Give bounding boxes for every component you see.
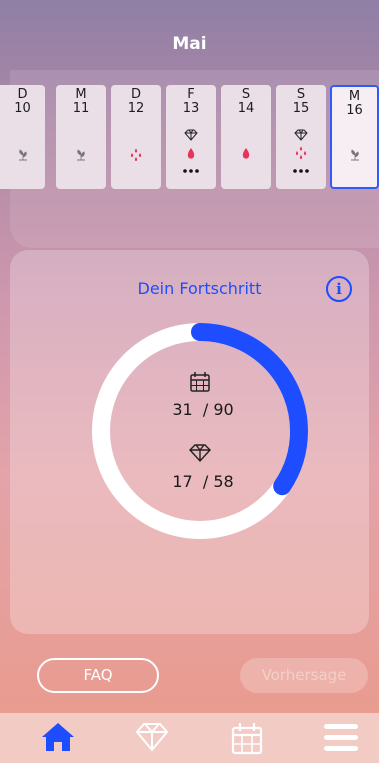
day-strip[interactable]: D 10 M 11 D 12 F 13 S 14 S 15 M 16	[0, 85, 379, 189]
day-letter: M	[75, 87, 87, 102]
gems-done-value: 17	[172, 472, 193, 491]
home-icon[interactable]	[40, 721, 76, 753]
diamond-icon	[184, 129, 198, 141]
day-number: 16	[346, 103, 363, 118]
day-number: 11	[72, 101, 90, 116]
drops-small-icon	[295, 146, 307, 159]
progress-ring	[92, 323, 308, 539]
day-card[interactable]: F 13	[166, 85, 216, 189]
day-card[interactable]: M 11	[56, 85, 106, 189]
day-letter: S	[296, 87, 306, 102]
calendar-icon[interactable]	[230, 721, 264, 755]
diamond-icon	[189, 444, 211, 463]
day-card[interactable]: S 15	[276, 85, 326, 189]
more-icon[interactable]	[183, 169, 199, 173]
day-number: 14	[237, 101, 255, 116]
day-number: 13	[182, 101, 200, 116]
sprout-icon	[350, 149, 359, 161]
month-title: Mai	[172, 34, 207, 54]
days-progress: 31 / 90	[148, 400, 258, 419]
diamond-icon[interactable]	[134, 721, 170, 753]
sprout-icon	[77, 149, 85, 161]
day-number: 12	[127, 101, 145, 116]
day-card-selected[interactable]: M 16	[330, 85, 379, 189]
gems-total-value: / 58	[202, 472, 234, 491]
progress-title: Dein Fortschritt	[137, 279, 262, 298]
tab-bar	[0, 713, 379, 763]
gems-progress: 17 / 58	[148, 472, 258, 491]
drops-small-icon	[130, 148, 142, 161]
day-card[interactable]: D 10	[0, 85, 45, 189]
sprout-icon	[18, 149, 27, 161]
faq-button[interactable]: FAQ	[37, 658, 159, 693]
more-icon[interactable]	[293, 169, 309, 173]
day-number: 15	[292, 101, 310, 116]
day-letter: S	[241, 87, 251, 102]
day-card[interactable]: D 12	[111, 85, 161, 189]
days-total-value: / 90	[202, 400, 234, 419]
day-card[interactable]: S 14	[221, 85, 271, 189]
info-button[interactable]: i	[326, 276, 352, 302]
menu-icon[interactable]	[322, 721, 360, 753]
diamond-icon	[294, 129, 308, 141]
day-letter: M	[348, 89, 361, 104]
days-done-value: 31	[172, 400, 193, 419]
day-letter: D	[130, 87, 141, 102]
drop-icon	[187, 148, 195, 159]
drop-icon	[242, 148, 250, 159]
calendar-icon	[190, 372, 210, 392]
forecast-button[interactable]: Vorhersage	[240, 658, 368, 693]
day-number: 10	[14, 101, 31, 116]
day-letter: F	[187, 87, 195, 102]
day-letter: D	[17, 87, 28, 102]
